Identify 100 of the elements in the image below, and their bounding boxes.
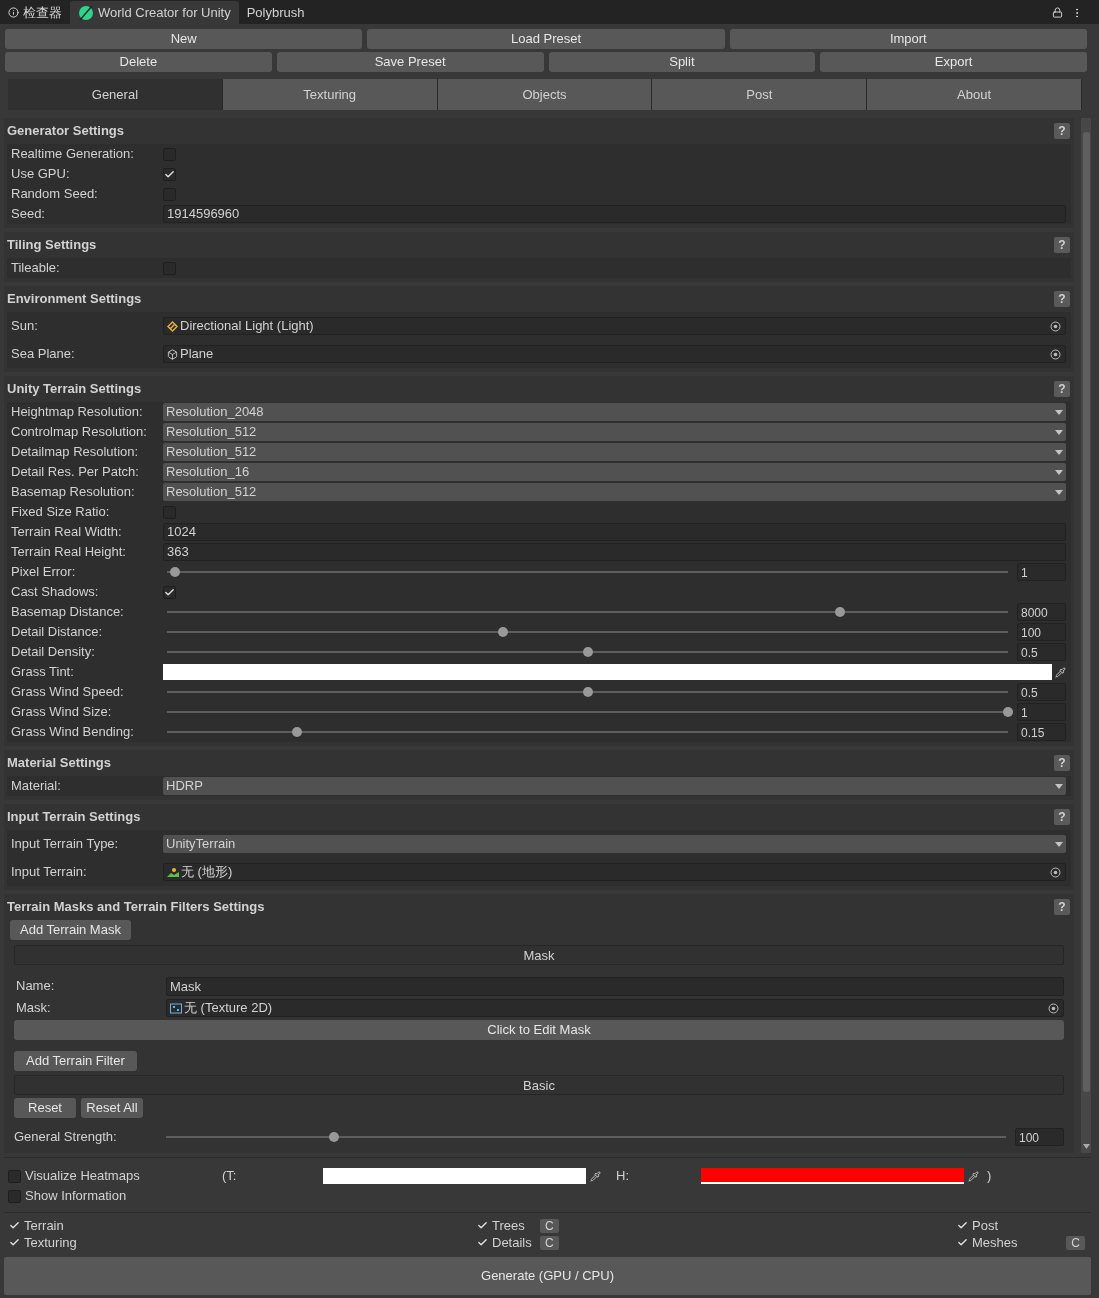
caret-icon [1055, 469, 1063, 475]
object-field[interactable]: Directional Light (Light) [163, 317, 1066, 335]
number-field[interactable]: 100 [1017, 623, 1066, 641]
slider-thumb[interactable] [170, 567, 181, 577]
checkbox-label: Post [972, 1216, 999, 1235]
number-field[interactable]: 0.5 [1017, 683, 1066, 701]
field-label: Sea Plane: [11, 345, 76, 364]
clear-button[interactable]: C [540, 1218, 559, 1233]
dropdown[interactable]: HDRP [163, 777, 1066, 795]
tab[interactable]: About [867, 79, 1082, 110]
check-icon [956, 1237, 968, 1248]
toggle-check[interactable] [8, 1220, 20, 1231]
object-picker-icon[interactable] [1048, 1002, 1059, 1014]
checkbox[interactable] [8, 1189, 21, 1203]
button[interactable]: Save Preset [276, 52, 544, 72]
checkbox-label: Details [492, 1233, 533, 1252]
help-button[interactable]: ? [1054, 755, 1070, 771]
button[interactable]: Load Preset [367, 29, 725, 49]
checkbox[interactable] [8, 1169, 21, 1183]
slider-thumb[interactable] [292, 727, 303, 737]
number-field[interactable]: 100 [1015, 1128, 1064, 1146]
help-button[interactable]: ? [1054, 237, 1070, 253]
help-button[interactable]: ? [1054, 381, 1070, 397]
help-button[interactable]: ? [1054, 809, 1070, 825]
number-field[interactable]: 0.15 [1017, 723, 1066, 741]
light-icon [167, 320, 178, 332]
dropdown[interactable]: Resolution_512 [163, 423, 1066, 441]
texture-icon [170, 1002, 182, 1014]
button[interactable]: Split [548, 52, 816, 72]
window-tab[interactable]: World Creator for Unity [70, 1, 239, 24]
slider-thumb[interactable] [834, 607, 845, 617]
field-label: Detail Res. Per Patch: [11, 463, 140, 482]
checkbox[interactable] [163, 167, 176, 181]
foldout-header[interactable]: Mask [14, 945, 1064, 965]
slider-thumb[interactable] [582, 647, 593, 657]
dropdown[interactable]: Resolution_512 [163, 443, 1066, 461]
toggle-check[interactable] [8, 1237, 20, 1248]
text-field[interactable]: 1024 [163, 523, 1066, 541]
object-field[interactable]: 无 (Texture 2D) [166, 999, 1064, 1017]
section-title: Tiling Settings [7, 236, 97, 255]
caret-icon [1055, 409, 1063, 415]
tab[interactable]: General [8, 79, 223, 110]
checkbox[interactable] [163, 585, 176, 599]
help-button[interactable]: ? [1054, 291, 1070, 307]
text-field[interactable]: 1914596960 [163, 205, 1066, 223]
number-field[interactable]: 8000 [1017, 603, 1066, 621]
button[interactable]: Reset All [81, 1098, 143, 1118]
color-swatch[interactable] [701, 1168, 964, 1184]
dropdown[interactable]: Resolution_2048 [163, 403, 1066, 421]
dropdown[interactable]: Resolution_16 [163, 463, 1066, 481]
scroll-down-icon[interactable] [1082, 1144, 1090, 1149]
button[interactable]: Add Terrain Filter [14, 1051, 137, 1071]
generate-button[interactable]: Generate (GPU / CPU) [4, 1257, 1091, 1295]
button[interactable]: New [5, 29, 363, 49]
button[interactable]: Reset [14, 1098, 76, 1118]
color-swatch[interactable] [323, 1168, 586, 1184]
toggle-check[interactable] [956, 1237, 968, 1248]
check-icon [8, 1237, 20, 1248]
scrollbar[interactable] [1081, 118, 1091, 1153]
dropdown[interactable]: Resolution_512 [163, 483, 1066, 501]
dropdown[interactable]: UnityTerrain [163, 835, 1066, 853]
clear-button[interactable]: C [1066, 1235, 1085, 1250]
tab[interactable]: Objects [437, 79, 653, 110]
color-swatch[interactable] [163, 664, 1052, 680]
number-field[interactable]: 0.5 [1017, 643, 1066, 661]
toggle-check[interactable] [956, 1220, 968, 1231]
foldout-header[interactable]: Basic [14, 1075, 1064, 1095]
number-field[interactable]: 1 [1017, 703, 1066, 721]
object-field[interactable]: 无 (地形) [163, 863, 1066, 881]
slider-thumb[interactable] [582, 687, 593, 697]
text-field[interactable]: Mask [166, 976, 1064, 996]
eyedropper-icon[interactable] [1055, 666, 1066, 678]
checkbox-label: Texturing [24, 1233, 77, 1252]
slider-thumb[interactable] [1003, 707, 1013, 717]
help-button[interactable]: ? [1054, 123, 1070, 139]
tab[interactable]: Post [652, 79, 868, 110]
clear-button[interactable]: C [540, 1235, 559, 1250]
button[interactable]: Click to Edit Mask [14, 1020, 1064, 1040]
help-button[interactable]: ? [1054, 899, 1070, 915]
toggle-check[interactable] [476, 1237, 488, 1248]
checkbox-label: Show Information [25, 1187, 127, 1206]
toggle-check[interactable] [476, 1220, 488, 1231]
eyedropper-icon[interactable] [590, 1170, 601, 1182]
object-field[interactable]: Plane [163, 345, 1066, 363]
slider-thumb[interactable] [498, 627, 509, 637]
button[interactable]: Delete [5, 52, 272, 72]
button[interactable]: Export [820, 52, 1087, 72]
lock-icon[interactable] [1052, 7, 1063, 18]
field-label: Terrain Real Width: [11, 523, 123, 542]
object-picker-icon[interactable] [1050, 348, 1061, 360]
button[interactable]: Import [729, 29, 1087, 49]
eyedropper-icon[interactable] [968, 1170, 979, 1182]
object-picker-icon[interactable] [1050, 320, 1061, 332]
text-field[interactable]: 363 [163, 543, 1066, 561]
slider-thumb[interactable] [329, 1132, 339, 1142]
number-field[interactable]: 1 [1017, 563, 1066, 581]
scrollbar-thumb[interactable] [1082, 132, 1090, 1092]
tab[interactable]: Texturing [222, 79, 438, 110]
object-picker-icon[interactable] [1050, 866, 1061, 878]
button[interactable]: Add Terrain Mask [10, 920, 131, 940]
